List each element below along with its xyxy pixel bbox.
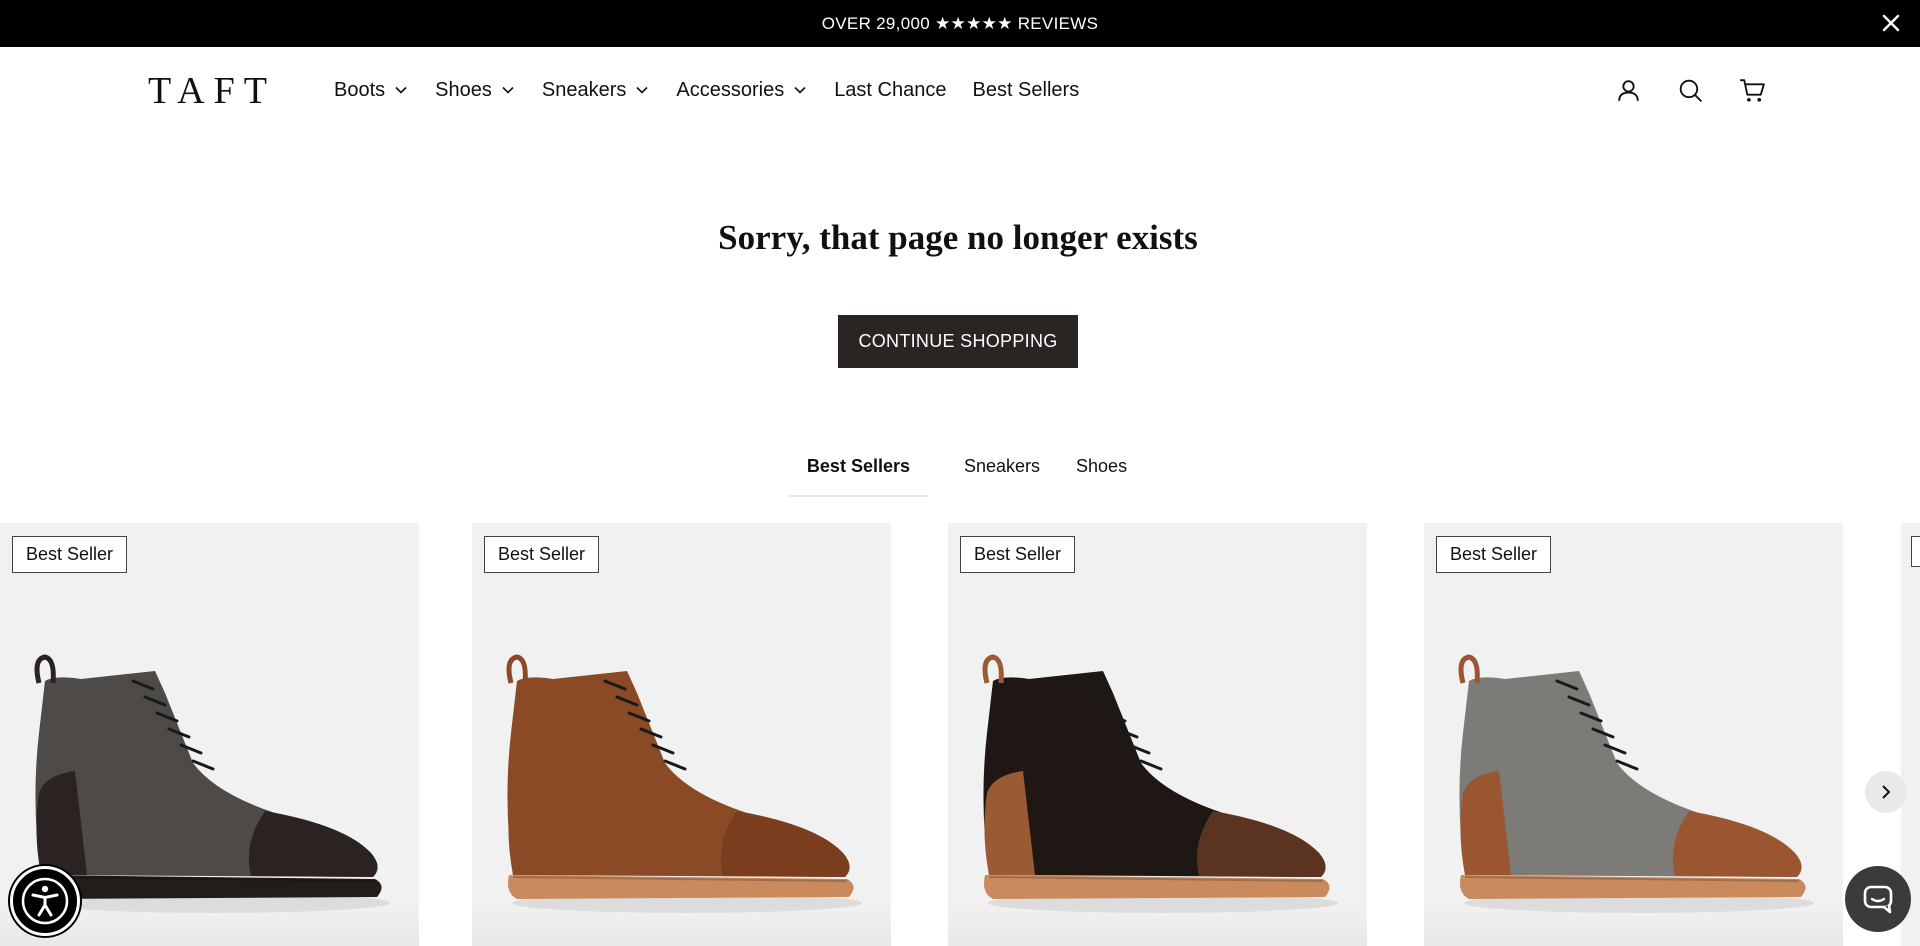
product-card[interactable]: Best Seller xyxy=(472,523,891,946)
boot-image xyxy=(982,654,1338,913)
product-card[interactable]: Best Seller xyxy=(948,523,1367,946)
chat-icon xyxy=(1863,885,1893,914)
nav-item-sneakers[interactable]: Sneakers xyxy=(542,79,651,102)
nav-item-boots[interactable]: Boots xyxy=(334,79,409,102)
chevron-down-icon xyxy=(636,86,648,94)
nav-item-accessories[interactable]: Accessories xyxy=(676,79,808,102)
header-actions xyxy=(1613,75,1768,106)
nav-label: Shoes xyxy=(435,78,492,101)
best-seller-badge: Best Seller xyxy=(960,536,1076,573)
boot-image xyxy=(506,654,862,913)
cart-icon[interactable] xyxy=(1737,75,1768,106)
announcement-text: OVER 29,000 ★★★★★ REVIEWS xyxy=(821,13,1099,33)
card-shade xyxy=(948,906,1367,946)
continue-shopping-button[interactable]: CONTINUE SHOPPING xyxy=(838,315,1078,368)
product-carousel: Best Seller Best Seller Best Seller Best… xyxy=(0,523,1920,946)
best-seller-badge: Best Seller xyxy=(484,536,600,573)
card-shade xyxy=(1424,906,1843,946)
nav-label: Accessories xyxy=(676,78,785,101)
card-shade xyxy=(472,906,891,946)
tab-best-sellers[interactable]: Best Sellers xyxy=(788,452,928,497)
best-seller-badge: Best Seller xyxy=(12,536,128,573)
chevron-down-icon xyxy=(395,86,407,94)
announcement-bar: OVER 29,000 ★★★★★ REVIEWS xyxy=(0,0,1920,47)
nav-item-last-chance[interactable]: Last Chance xyxy=(834,79,946,102)
main-nav: Boots Shoes Sneakers Accessories Last Ch… xyxy=(334,47,1105,133)
logo[interactable]: TAFT xyxy=(148,69,276,113)
nav-label: Boots xyxy=(334,78,386,101)
accessibility-button[interactable] xyxy=(10,866,80,936)
tab-shoes[interactable]: Shoes xyxy=(1076,452,1127,497)
account-icon[interactable] xyxy=(1613,75,1644,106)
carousel-next-button[interactable] xyxy=(1865,771,1907,813)
page-title: Sorry, that page no longer exists xyxy=(718,218,1198,257)
chevron-down-icon xyxy=(502,86,514,94)
chat-button[interactable] xyxy=(1845,866,1911,932)
nav-item-best-sellers[interactable]: Best Sellers xyxy=(972,79,1079,102)
best-seller-badge xyxy=(1911,536,1920,567)
product-card[interactable]: Best Seller xyxy=(1424,523,1843,946)
nav-item-shoes[interactable]: Shoes xyxy=(435,79,516,102)
nav-label: Last Chance xyxy=(834,78,947,101)
product-tabs: Best Sellers Sneakers Shoes xyxy=(0,452,1916,497)
boot-image xyxy=(1458,654,1814,913)
close-icon[interactable] xyxy=(1876,8,1906,38)
site-header: TAFT Boots Shoes Sneakers Accessories La… xyxy=(0,47,1920,133)
best-seller-badge: Best Seller xyxy=(1436,536,1552,573)
nav-label: Best Sellers xyxy=(972,78,1080,101)
chevron-down-icon xyxy=(794,86,806,94)
accessibility-icon xyxy=(21,877,69,925)
search-icon[interactable] xyxy=(1675,75,1706,106)
nav-label: Sneakers xyxy=(541,78,627,101)
tab-sneakers[interactable]: Sneakers xyxy=(964,452,1040,497)
chevron-right-icon xyxy=(1882,785,1891,799)
